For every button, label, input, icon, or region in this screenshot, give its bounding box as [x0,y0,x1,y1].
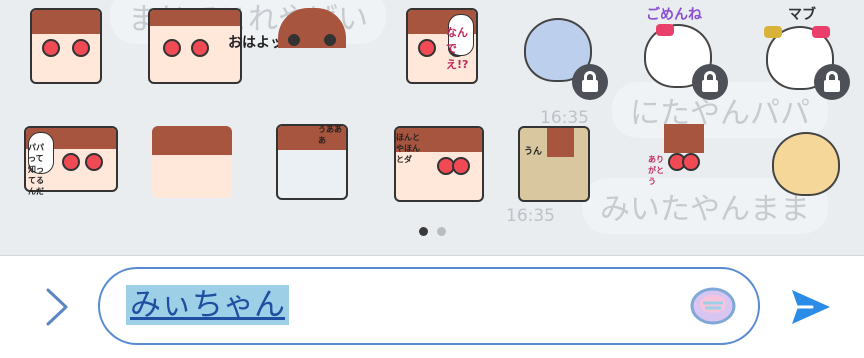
sticker-caption: ごめんね [646,7,702,23]
sticker-gomenne[interactable]: ごめんね [636,4,728,100]
sticker-girl-crying-2[interactable]: うあああ [270,120,350,200]
sticker-caption: うあああ [318,125,342,145]
sticker-girl-crying[interactable] [24,4,104,84]
sticker-orange-cat[interactable] [764,122,844,202]
chat-timestamp: 16:35 [506,206,555,226]
sticker-mabu[interactable]: マブ [758,4,850,100]
sticker-icon [690,287,736,325]
page-indicator-active [419,227,428,236]
sticker-girl-papa[interactable]: パパって 知ってるんだ [18,122,118,202]
sticker-ohayo[interactable]: おはよッ [142,4,284,84]
page-indicator-inactive[interactable] [437,227,446,236]
expand-button[interactable] [38,284,74,330]
sticker-girl-scarf[interactable]: うん [512,122,592,202]
message-input[interactable]: みぃちゃん [98,267,760,345]
message-input-text[interactable]: みぃちゃん [126,285,289,325]
message-input-bar: みぃちゃん [0,255,864,358]
bow-decoration [656,24,674,36]
sticker-art [30,8,102,84]
sticker-blue-cat[interactable] [516,4,608,100]
sticker-caption: マブ [788,7,816,23]
sticker-caption: うん [524,147,543,157]
sticker-nande[interactable]: なんで え!? [400,4,480,84]
send-icon [792,290,830,324]
sticker-art [278,8,346,80]
sticker-girl-honto[interactable]: ほんとやほんとダ [388,122,484,202]
bow-decoration [812,26,830,38]
sticker-caption: ほんとやほんとダ [396,133,420,164]
sticker-art [772,132,840,196]
sticker-caption: パパって 知ってるんだ [28,143,44,196]
sticker-girl-dots[interactable] [146,122,232,202]
sticker-arigato[interactable]: ありがとう [644,120,724,200]
sticker-art [518,126,590,202]
bow-decoration [764,26,782,38]
sticker-art [152,126,232,198]
sticker-girl-sparkle[interactable] [272,4,352,84]
lock-icon [814,64,850,100]
send-button[interactable] [786,286,834,328]
sticker-panel: まじでこれやばい にたやんパパ 16:35 みいたやんまま 16:35 おはよッ… [0,0,864,255]
lock-icon [572,64,608,100]
sticker-caption: なんで え!? [446,26,469,71]
lock-icon [692,64,728,100]
sticker-button[interactable] [688,284,738,328]
chevron-right-icon [46,288,68,326]
sticker-caption: ありがとう [648,155,664,186]
